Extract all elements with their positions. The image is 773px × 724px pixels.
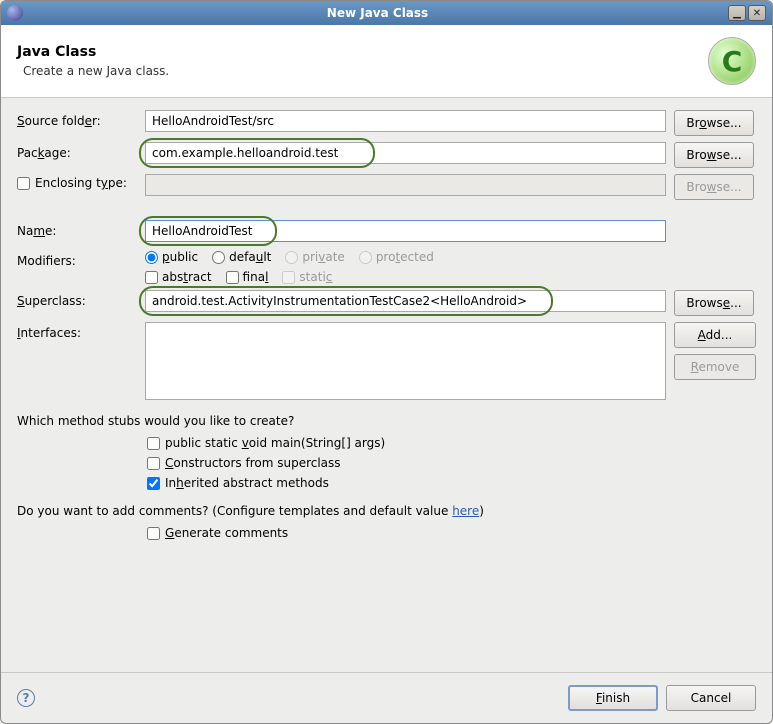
stubs-question: Which method stubs would you like to cre… — [17, 414, 756, 428]
stub-main-label: public static void main(String[] args) — [165, 436, 385, 450]
modifier-private-label: private — [302, 250, 344, 264]
browse-source-button[interactable]: Browse... — [674, 110, 754, 136]
modifier-default-label: default — [229, 250, 271, 264]
stub-constructors-checkbox[interactable] — [147, 457, 160, 470]
remove-interface-button: Remove — [674, 354, 756, 380]
stub-constructors-label: Constructors from superclass — [165, 456, 341, 470]
finish-button[interactable]: Finish — [568, 685, 658, 711]
name-input[interactable] — [145, 220, 666, 242]
modifier-abstract-checkbox[interactable] — [145, 271, 158, 284]
modifier-abstract-label: abstract — [162, 270, 212, 284]
minimize-button[interactable]: ▁ — [728, 5, 746, 21]
titlebar[interactable]: New Java Class ▁ ✕ — [1, 1, 772, 25]
generate-comments-label: Generate comments — [165, 526, 288, 540]
add-interface-button[interactable]: Add... — [674, 322, 756, 348]
interfaces-listbox[interactable] — [145, 322, 666, 400]
modifier-final-label: final — [243, 270, 269, 284]
stub-main-checkbox[interactable] — [147, 437, 160, 450]
modifier-default-radio[interactable] — [212, 251, 225, 264]
wizard-header: Java Class Create a new Java class. C — [1, 25, 772, 98]
close-button[interactable]: ✕ — [748, 5, 766, 21]
modifier-protected-label: protected — [376, 250, 434, 264]
source-folder-label: Source folder: — [17, 114, 101, 128]
modifier-protected-radio — [359, 251, 372, 264]
dialog-window: New Java Class ▁ ✕ Java Class Create a n… — [0, 0, 773, 724]
browse-superclass-button[interactable]: Browse... — [674, 290, 754, 316]
configure-templates-link[interactable]: here — [452, 504, 479, 518]
dialog-footer: ? Finish Cancel — [1, 672, 772, 723]
superclass-input[interactable] — [145, 290, 666, 312]
modifier-final-checkbox[interactable] — [226, 271, 239, 284]
browse-package-button[interactable]: Browse... — [674, 142, 754, 168]
generate-comments-checkbox[interactable] — [147, 527, 160, 540]
enclosing-type-label: Enclosing type: — [35, 176, 127, 190]
enclosing-type-input — [145, 174, 666, 196]
superclass-label: Superclass: — [17, 294, 86, 308]
window-title: New Java Class — [29, 6, 726, 20]
comments-question: Do you want to add comments? (Configure … — [17, 504, 756, 518]
cancel-button[interactable]: Cancel — [666, 685, 756, 711]
class-icon: C — [708, 37, 756, 85]
source-folder-input[interactable] — [145, 110, 666, 132]
stub-inherited-label: Inherited abstract methods — [165, 476, 329, 490]
eclipse-icon — [7, 5, 23, 21]
header-heading: Java Class — [17, 44, 708, 60]
modifier-static-label: static — [299, 270, 332, 284]
package-input[interactable] — [145, 142, 666, 164]
form-content: Source folder: Browse... Package: Browse… — [1, 98, 772, 672]
help-icon[interactable]: ? — [17, 689, 35, 707]
browse-enclosing-button: Browse... — [674, 174, 754, 200]
modifier-static-checkbox — [282, 271, 295, 284]
header-sub: Create a new Java class. — [23, 64, 708, 78]
package-label: Package: — [17, 146, 71, 160]
modifier-private-radio — [285, 251, 298, 264]
interfaces-label: Interfaces: — [17, 326, 81, 340]
stub-inherited-checkbox[interactable] — [147, 477, 160, 490]
enclosing-type-checkbox[interactable] — [17, 177, 30, 190]
modifier-public-label: public — [162, 250, 198, 264]
name-label: Name: — [17, 224, 56, 238]
modifiers-label: Modifiers: — [17, 254, 76, 268]
modifier-public-radio[interactable] — [145, 251, 158, 264]
